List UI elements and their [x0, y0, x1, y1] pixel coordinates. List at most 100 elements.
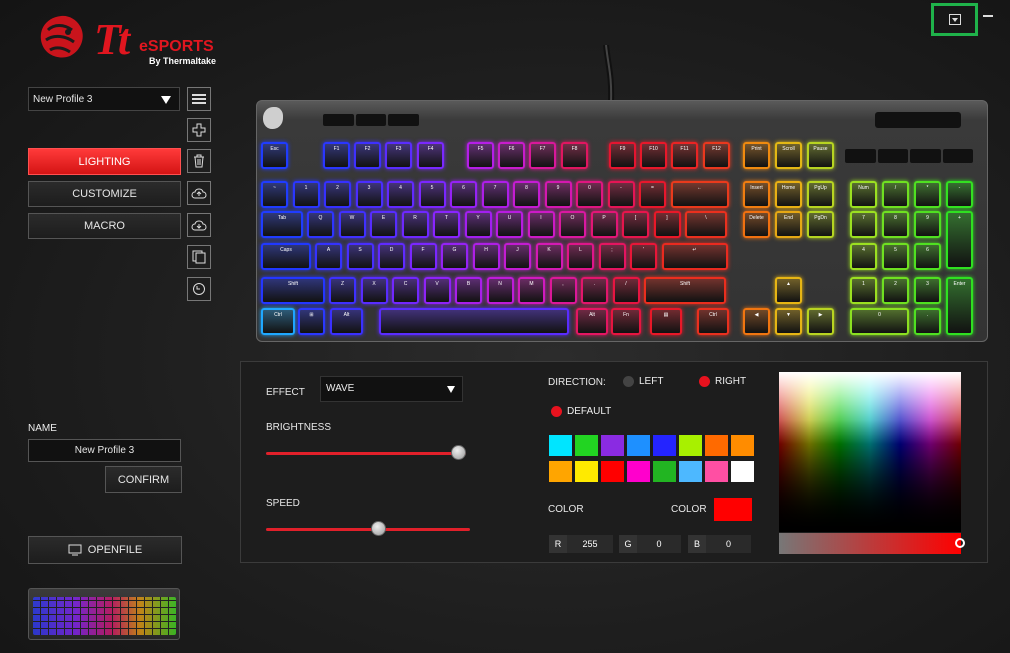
key: O: [559, 211, 586, 238]
name-label: NAME: [28, 423, 57, 434]
copy-profile-button[interactable]: [187, 245, 211, 269]
color-swatch[interactable]: [679, 461, 702, 482]
speed-slider-thumb[interactable]: [371, 521, 387, 536]
radio-on-icon: [551, 406, 562, 417]
upload-cloud-button[interactable]: [187, 181, 211, 205]
color-swatch[interactable]: [705, 461, 728, 482]
key: Pause: [807, 142, 834, 169]
trash-icon: [194, 154, 204, 168]
brightness-bar-handle[interactable]: [955, 538, 965, 548]
color-swatch[interactable]: [601, 461, 624, 482]
direction-right-radio[interactable]: RIGHT: [699, 376, 746, 387]
direction-right-label: RIGHT: [715, 376, 747, 387]
download-cloud-button[interactable]: [187, 213, 211, 237]
key: [379, 308, 569, 335]
reset-icon: [193, 283, 205, 295]
brightness-label: BRIGHTNESS: [266, 422, 332, 433]
color-swatch[interactable]: [679, 435, 702, 456]
key: P: [590, 211, 618, 238]
keyboard-dragon-icon: [263, 107, 283, 129]
key: Delete: [743, 211, 770, 238]
key: C: [392, 277, 419, 304]
tt-logo: Tt: [94, 15, 130, 64]
blue-value-field[interactable]: B0: [688, 535, 751, 553]
key: Tab: [261, 211, 303, 238]
key: W: [338, 211, 366, 238]
color-swatch[interactable]: [653, 461, 676, 482]
plus-icon: [192, 123, 206, 137]
key: *: [914, 181, 941, 208]
key: 4: [387, 181, 414, 208]
key: Alt: [330, 308, 363, 335]
key: Fn: [611, 308, 641, 335]
reset-profile-button[interactable]: [187, 277, 211, 301]
key: ▶: [807, 308, 834, 335]
key: ▼: [775, 308, 802, 335]
key: F5: [467, 142, 494, 169]
key: Ctrl: [261, 308, 295, 335]
red-value-field[interactable]: R 255: [549, 535, 613, 553]
color-brightness-bar[interactable]: [779, 533, 965, 554]
key: F9: [609, 142, 636, 169]
key: 5: [882, 243, 909, 270]
key: F1: [323, 142, 350, 169]
direction-left-radio[interactable]: LEFT: [623, 376, 663, 387]
lighting-panel: EFFECT WAVE BRIGHTNESS SPEED DIRECTION: …: [240, 361, 988, 563]
delete-profile-button[interactable]: [187, 149, 211, 173]
key: Shift: [644, 277, 726, 304]
key: Alt: [576, 308, 608, 335]
color-swatch[interactable]: [627, 435, 650, 456]
direction-label: DIRECTION:: [548, 377, 606, 388]
effect-select[interactable]: WAVE: [320, 376, 463, 402]
thermaltake-dragon-logo-icon: [34, 14, 88, 62]
color-swatch[interactable]: [601, 435, 624, 456]
speed-slider[interactable]: [266, 521, 471, 537]
color-swatch[interactable]: [575, 461, 598, 482]
color-swatch[interactable]: [653, 435, 676, 456]
green-value-field[interactable]: G0: [619, 535, 681, 553]
red-value: 255: [582, 539, 598, 549]
direction-default-radio[interactable]: DEFAULT: [551, 406, 611, 417]
key: E: [370, 211, 397, 238]
minimize-button[interactable]: [983, 15, 993, 17]
key: /: [612, 277, 640, 304]
color-swatch[interactable]: [575, 435, 598, 456]
key: F2: [354, 142, 381, 169]
brightness-slider-thumb[interactable]: [451, 445, 466, 460]
color-swatch[interactable]: [731, 461, 754, 482]
key: 9: [914, 211, 941, 238]
key: L: [567, 243, 594, 270]
keyboard-cable: [602, 44, 620, 103]
color-swatch[interactable]: [627, 461, 650, 482]
key: ~: [261, 181, 288, 208]
add-profile-button[interactable]: [187, 118, 211, 142]
key: Enter: [946, 277, 973, 335]
direction-left-label: LEFT: [639, 376, 664, 387]
device-thumbnail[interactable]: [28, 588, 180, 640]
key: Q: [307, 211, 334, 238]
minimize-to-tray-button[interactable]: [931, 3, 978, 36]
color-picker-spectrum[interactable]: [779, 372, 961, 532]
key: /: [882, 181, 909, 208]
key: F: [409, 243, 437, 270]
color-swatch[interactable]: [705, 435, 728, 456]
key: F7: [529, 142, 556, 169]
key: F6: [498, 142, 525, 169]
tab-macro[interactable]: MACRO: [28, 213, 181, 239]
brightness-slider[interactable]: [266, 444, 471, 460]
key: Shift: [261, 277, 325, 304]
tab-customize[interactable]: CUSTOMIZE: [28, 181, 181, 207]
profile-select[interactable]: New Profile 3: [28, 87, 180, 111]
menu-button[interactable]: [187, 87, 211, 111]
color-swatch[interactable]: [549, 461, 572, 482]
key: Caps: [261, 243, 311, 270]
confirm-button[interactable]: CONFIRM: [105, 466, 182, 493]
tab-lighting[interactable]: LIGHTING: [28, 148, 181, 175]
key: ↵: [661, 243, 728, 270]
color-swatch[interactable]: [731, 435, 754, 456]
key: 0: [576, 181, 603, 208]
key: A: [315, 243, 342, 270]
openfile-button[interactable]: OPENFILE: [28, 536, 182, 564]
color-swatch[interactable]: [549, 435, 572, 456]
profile-name-input[interactable]: New Profile 3: [28, 439, 181, 462]
